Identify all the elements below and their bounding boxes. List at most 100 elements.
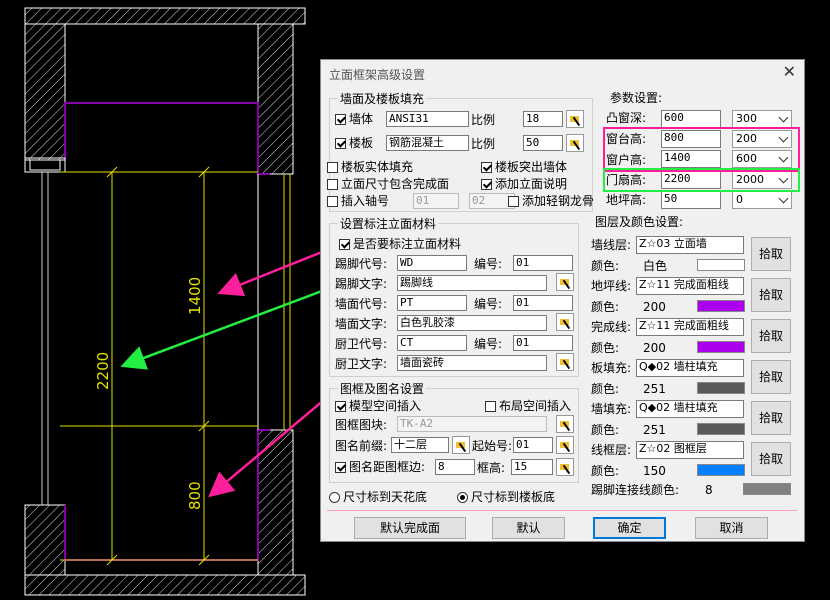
bath-code-field[interactable]: CT xyxy=(397,335,467,351)
skirt-pick-icon[interactable] xyxy=(556,273,574,291)
skirt-color-label: 踢脚连接线颜色: xyxy=(591,483,680,497)
close-icon[interactable]: ✕ xyxy=(783,62,796,81)
skirt-no-label: 编号: xyxy=(474,257,503,271)
wall-checkbox[interactable]: 墙体 xyxy=(335,112,373,126)
color-label: 颜色: xyxy=(591,382,620,396)
protrude-checkbox[interactable]: 楼板突出墙体 xyxy=(481,160,567,174)
prefix-pick-icon[interactable] xyxy=(452,436,470,454)
pick-button[interactable]: 拾取 xyxy=(751,401,791,435)
frame-height-pick-icon[interactable] xyxy=(556,458,574,476)
dim-2200-label: 2200 xyxy=(94,352,112,390)
bath-pick-icon[interactable] xyxy=(556,353,574,371)
layer-field[interactable]: Q◆02 墙柱填充 xyxy=(636,359,744,377)
pick-button[interactable]: 拾取 xyxy=(751,237,791,271)
skirt-no-field[interactable]: 01 xyxy=(513,255,573,271)
start-no-pick-icon[interactable] xyxy=(556,436,574,454)
title-gap-checkbox[interactable]: 图名距图框边: xyxy=(335,460,425,474)
highlight-green-box xyxy=(603,168,800,192)
color-name: 200 xyxy=(643,341,666,355)
include-finish-checkbox[interactable]: 立面尺寸包含完成面 xyxy=(327,177,449,191)
default-finish-button[interactable]: 默认完成面 xyxy=(354,517,466,539)
step-height-select[interactable]: 0 xyxy=(732,191,792,209)
layer-field[interactable]: Z☆03 立面墙 xyxy=(636,236,744,254)
frame-height-label: 框高: xyxy=(477,461,506,475)
skirt-text-field[interactable]: 踢脚线 xyxy=(397,275,547,291)
bay-depth-select[interactable]: 300 xyxy=(732,110,792,128)
skirt-color-swatch[interactable] xyxy=(743,483,791,495)
color-swatch[interactable] xyxy=(697,300,745,312)
color-label: 颜色: xyxy=(591,259,620,273)
bottom-slab xyxy=(24,574,306,596)
bath-text-field[interactable]: 墙面瓷砖 xyxy=(397,355,547,371)
layer-field[interactable]: Z☆11 完成面粗线 xyxy=(636,318,744,336)
wall-scale-field[interactable]: 18 xyxy=(523,111,563,127)
title-gap-field[interactable]: 8 xyxy=(435,459,475,475)
start-no-field[interactable]: 01 xyxy=(513,437,553,453)
solid-fill-checkbox[interactable]: 楼板实体填充 xyxy=(327,160,413,174)
wall-pick-icon[interactable] xyxy=(566,110,584,128)
frame-height-field[interactable]: 15 xyxy=(511,459,553,475)
floor-scale-field[interactable]: 50 xyxy=(523,135,563,151)
color-swatch[interactable] xyxy=(697,423,745,435)
prefix-field[interactable]: 十二层 xyxy=(391,437,449,453)
skirt-code-field[interactable]: WD xyxy=(397,255,467,271)
params-legend: 参数设置: xyxy=(610,91,663,105)
bath-no-field[interactable]: 01 xyxy=(513,335,573,351)
color-label: 颜色: xyxy=(591,423,620,437)
top-slab xyxy=(24,7,306,25)
wall-no-field[interactable]: 01 xyxy=(513,295,573,311)
layer-label: 墙填充: xyxy=(591,402,632,416)
axis-checkbox[interactable]: 插入轴号 xyxy=(327,194,389,208)
color-swatch[interactable] xyxy=(697,382,745,394)
floor-checkbox[interactable]: 楼板 xyxy=(335,136,373,150)
skirt-color-value: 8 xyxy=(705,483,713,497)
wall-scale-label: 比例 xyxy=(471,113,496,127)
dim-800-label: 800 xyxy=(186,481,204,510)
wall-text-pick-icon[interactable] xyxy=(556,313,574,331)
dialog-title: 立面框架高级设置 xyxy=(329,68,426,82)
ok-button[interactable]: 确定 xyxy=(593,517,666,539)
material-legend: 设置标注立面材料 xyxy=(338,215,439,232)
pick-button[interactable]: 拾取 xyxy=(751,360,791,394)
color-swatch[interactable] xyxy=(697,259,745,271)
layout-space-checkbox[interactable]: 布局空间插入 xyxy=(485,399,571,413)
pick-button[interactable]: 拾取 xyxy=(751,319,791,353)
floor-pattern-field[interactable]: 钢筋混凝土 xyxy=(386,135,469,151)
pick-button[interactable]: 拾取 xyxy=(751,442,791,476)
add-desc-checkbox[interactable]: 添加立面说明 xyxy=(481,177,567,191)
divider xyxy=(327,510,797,511)
wall-no-label: 编号: xyxy=(474,297,503,311)
step-height-field[interactable]: 50 xyxy=(661,191,721,209)
bay-depth-field[interactable]: 600 xyxy=(661,110,721,128)
pick-button[interactable]: 拾取 xyxy=(751,278,791,312)
keel-checkbox[interactable]: 添加轻钢龙骨 xyxy=(508,194,594,208)
floor-pick-icon[interactable] xyxy=(566,134,584,152)
wall-code-field[interactable]: PT xyxy=(397,295,467,311)
layer-field[interactable]: Q◆02 墙柱填充 xyxy=(636,400,744,418)
layer-field[interactable]: Z☆02 图框层 xyxy=(636,441,744,459)
frame-block-pick-icon[interactable] xyxy=(556,415,574,433)
color-name: 200 xyxy=(643,300,666,314)
color-swatch[interactable] xyxy=(697,464,745,476)
layer-label: 完成线: xyxy=(591,320,632,334)
layer-field[interactable]: Z☆11 完成面粗线 xyxy=(636,277,744,295)
radio-floor[interactable]: 尺寸标到楼板底 xyxy=(457,490,555,504)
layer-label: 板填充: xyxy=(591,361,632,375)
color-name: 251 xyxy=(643,382,666,396)
axis-from-field[interactable]: 01 xyxy=(413,193,459,209)
default-button[interactable]: 默认 xyxy=(492,517,565,539)
dim-1400-label: 1400 xyxy=(186,277,204,315)
layer-label: 线框层: xyxy=(591,443,632,457)
cancel-button[interactable]: 取消 xyxy=(695,517,768,539)
color-name: 251 xyxy=(643,423,666,437)
radio-ceiling[interactable]: 尺寸标到天花底 xyxy=(329,490,427,504)
right-wall xyxy=(257,23,294,175)
wall-text-label: 墙面文字: xyxy=(335,317,388,331)
mark-material-checkbox[interactable]: 是否要标注立面材料 xyxy=(339,237,461,251)
model-space-checkbox[interactable]: 模型空间插入 xyxy=(335,399,421,413)
color-swatch[interactable] xyxy=(697,341,745,353)
advanced-settings-dialog: 立面框架高级设置 ✕ 墙面及楼板填充 墙体 ANSI31 比例 18 楼板 钢筋… xyxy=(320,59,805,542)
frame-block-field[interactable]: TK-A2 xyxy=(397,416,547,432)
wall-pattern-field[interactable]: ANSI31 xyxy=(386,111,469,127)
wall-text-field[interactable]: 白色乳胶漆 xyxy=(397,315,547,331)
